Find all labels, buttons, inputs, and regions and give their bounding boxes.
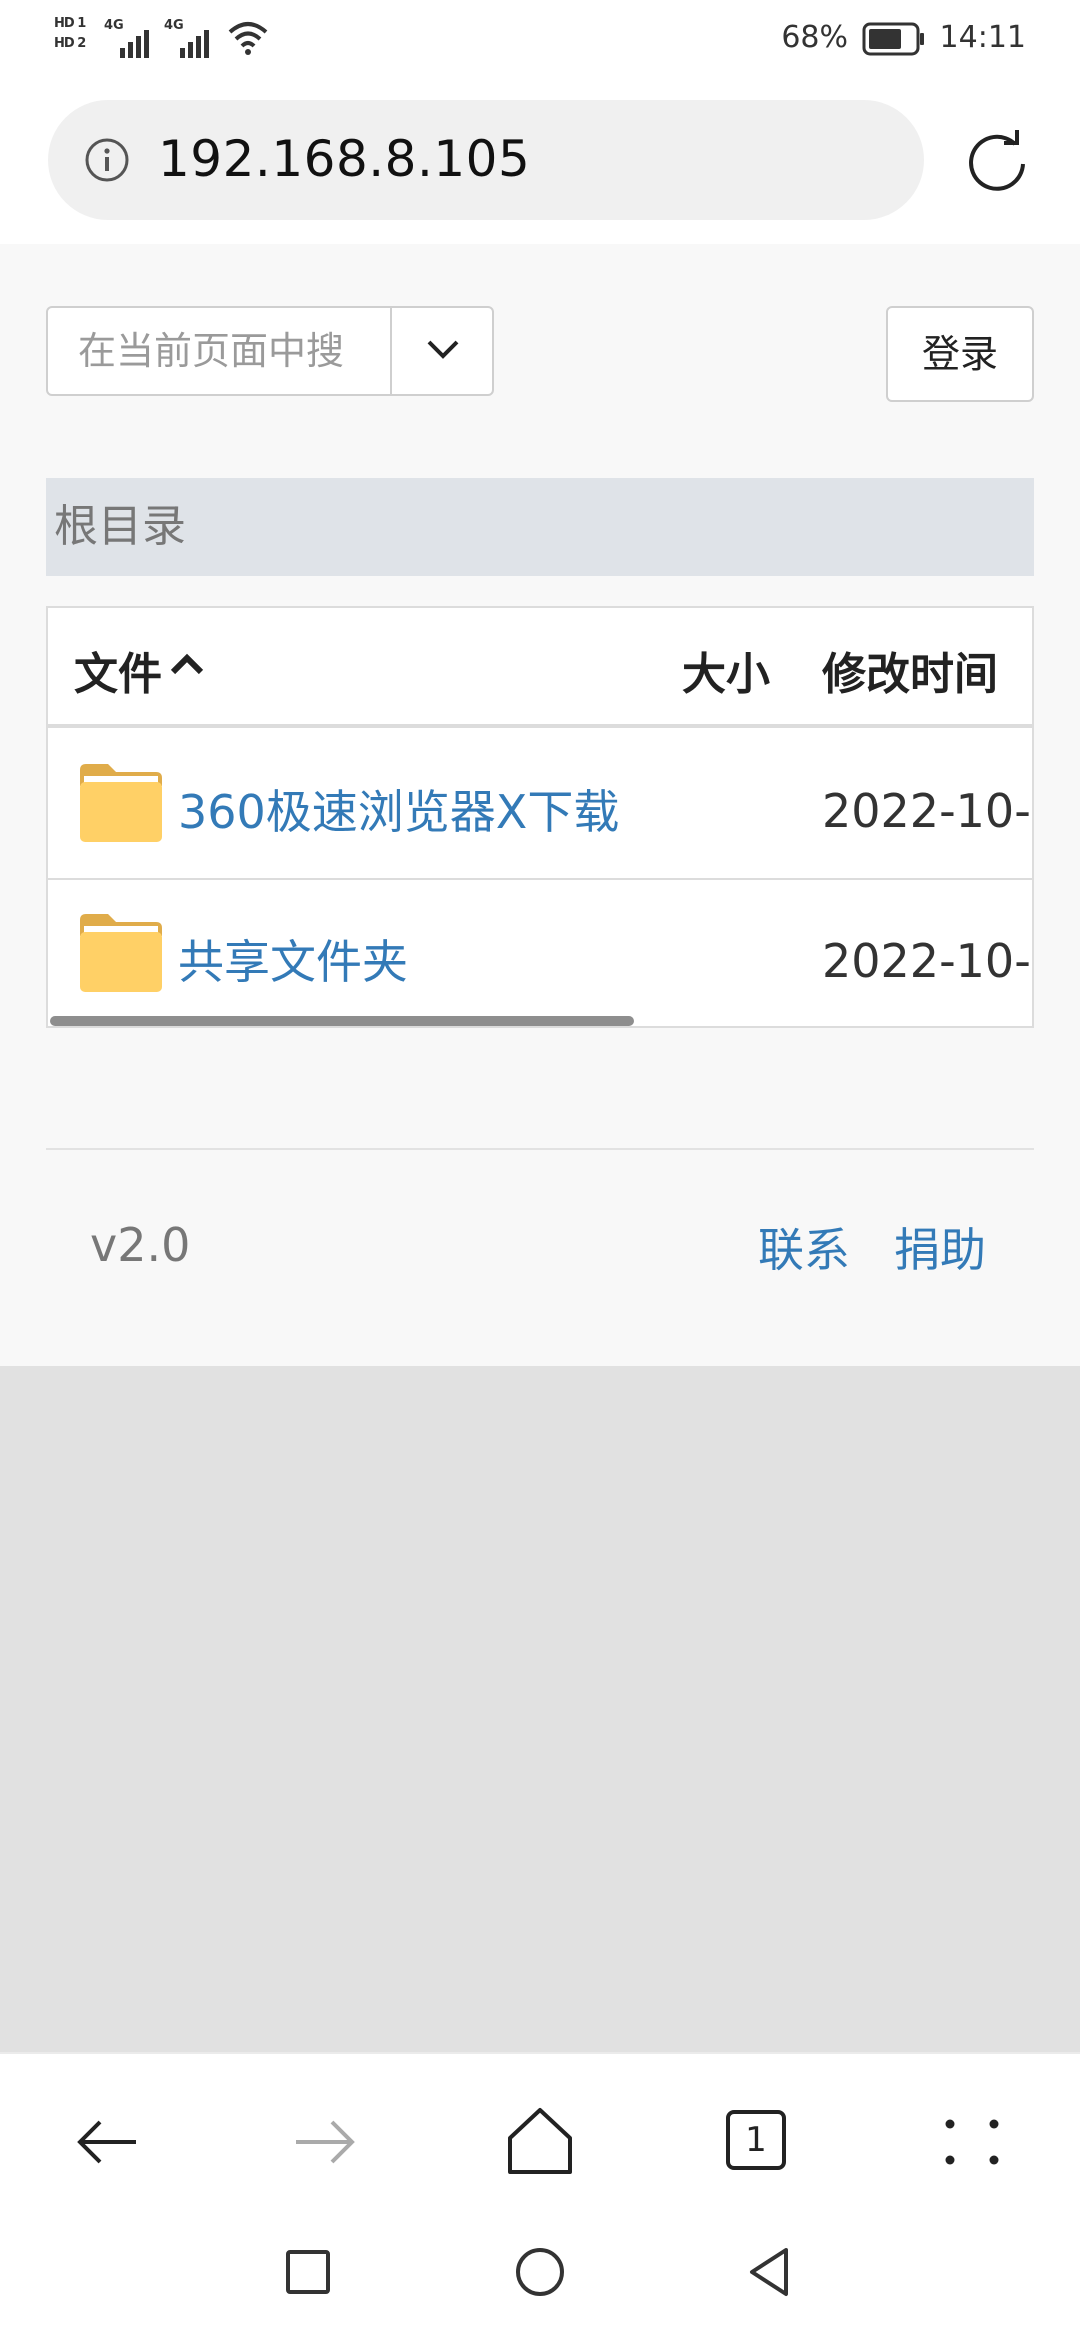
search-input[interactable]	[48, 308, 390, 394]
menu-dots-icon	[945, 2119, 999, 2165]
wifi-icon	[228, 22, 268, 55]
home-icon	[508, 2108, 572, 2174]
donate-link[interactable]: 捐助	[894, 1214, 986, 1280]
recent-apps-icon[interactable]	[284, 2246, 332, 2298]
battery-icon	[862, 22, 924, 56]
file-table: 文件 大小 修改时间 360极速浏览器X下载 2022-10- 共享文件夹 20…	[46, 606, 1034, 1028]
folder-link[interactable]: 360极速浏览器X下载	[178, 776, 619, 842]
search-dropdown-button[interactable]	[390, 308, 492, 394]
sim2-label: HD 2	[54, 36, 86, 51]
forward-arrow-icon	[296, 2120, 355, 2164]
table-row[interactable]: 共享文件夹 2022-10-	[48, 882, 1032, 1026]
search-group	[46, 306, 494, 396]
folder-icon	[80, 914, 162, 992]
breadcrumb[interactable]: 根目录	[46, 478, 1034, 576]
browser-toolbar: 1	[0, 2052, 1080, 2220]
table-row[interactable]: 360极速浏览器X下载 2022-10-	[48, 732, 1032, 880]
header-size[interactable]: 大小	[682, 638, 770, 702]
status-bar: HD 1 HD 2 4G 4G 68% 14:11	[0, 0, 1080, 78]
sim1-label: HD 1	[54, 16, 86, 31]
home-button[interactable]	[502, 2104, 578, 2180]
version-label: v2.0	[90, 1218, 191, 1272]
page-content: 登录 根目录 文件 大小 修改时间 360极速浏览器X下载 2022-10-	[0, 244, 1080, 1366]
horizontal-scrollbar[interactable]	[50, 1016, 634, 1026]
system-nav-bar	[0, 2220, 1080, 2340]
url-text[interactable]: 192.168.8.105	[158, 130, 530, 188]
folder-icon	[80, 764, 162, 842]
header-modified[interactable]: 修改时间	[822, 638, 998, 702]
info-icon[interactable]	[84, 137, 130, 183]
chevron-down-icon	[427, 340, 459, 359]
table-header: 文件 大小 修改时间	[48, 608, 1032, 728]
back-arrow-icon	[77, 2120, 136, 2164]
forward-button[interactable]	[286, 2104, 362, 2180]
battery-percent: 68%	[781, 20, 848, 55]
header-name[interactable]: 文件	[74, 638, 162, 702]
row-modified: 2022-10-	[822, 784, 1031, 838]
login-button[interactable]: 登录	[886, 306, 1034, 402]
folder-link[interactable]: 共享文件夹	[178, 926, 408, 992]
signal-bars-icon	[120, 30, 149, 58]
chevron-up-icon[interactable]	[170, 652, 204, 676]
reload-icon[interactable]	[964, 126, 1030, 192]
row-modified: 2022-10-	[822, 934, 1031, 988]
menu-button[interactable]	[934, 2104, 1010, 2180]
clock: 14:11	[939, 20, 1026, 55]
contact-link[interactable]: 联系	[758, 1214, 850, 1280]
url-field[interactable]: 192.168.8.105	[48, 100, 924, 220]
tabs-count: 1	[726, 2110, 786, 2170]
home-circle-icon[interactable]	[514, 2246, 566, 2298]
tabs-button[interactable]: 1	[718, 2104, 794, 2180]
address-bar: 192.168.8.105	[0, 78, 1080, 244]
signal-bars-icon	[180, 30, 209, 58]
back-triangle-icon[interactable]	[744, 2246, 796, 2298]
sim-labels: HD 1 HD 2	[54, 14, 98, 54]
back-button[interactable]	[70, 2104, 146, 2180]
footer-divider	[46, 1148, 1034, 1150]
